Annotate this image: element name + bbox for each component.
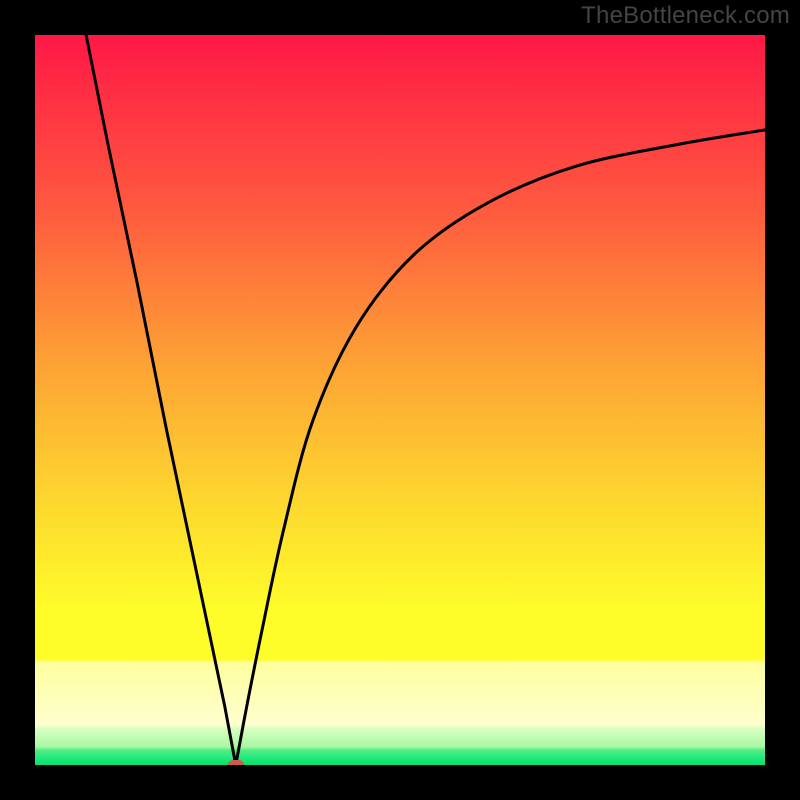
watermark-text: TheBottleneck.com [581, 2, 790, 30]
optimal-point-marker [228, 760, 244, 765]
chart-frame: TheBottleneck.com [0, 0, 800, 800]
plot-area [35, 35, 765, 765]
bottleneck-curve [35, 35, 765, 765]
